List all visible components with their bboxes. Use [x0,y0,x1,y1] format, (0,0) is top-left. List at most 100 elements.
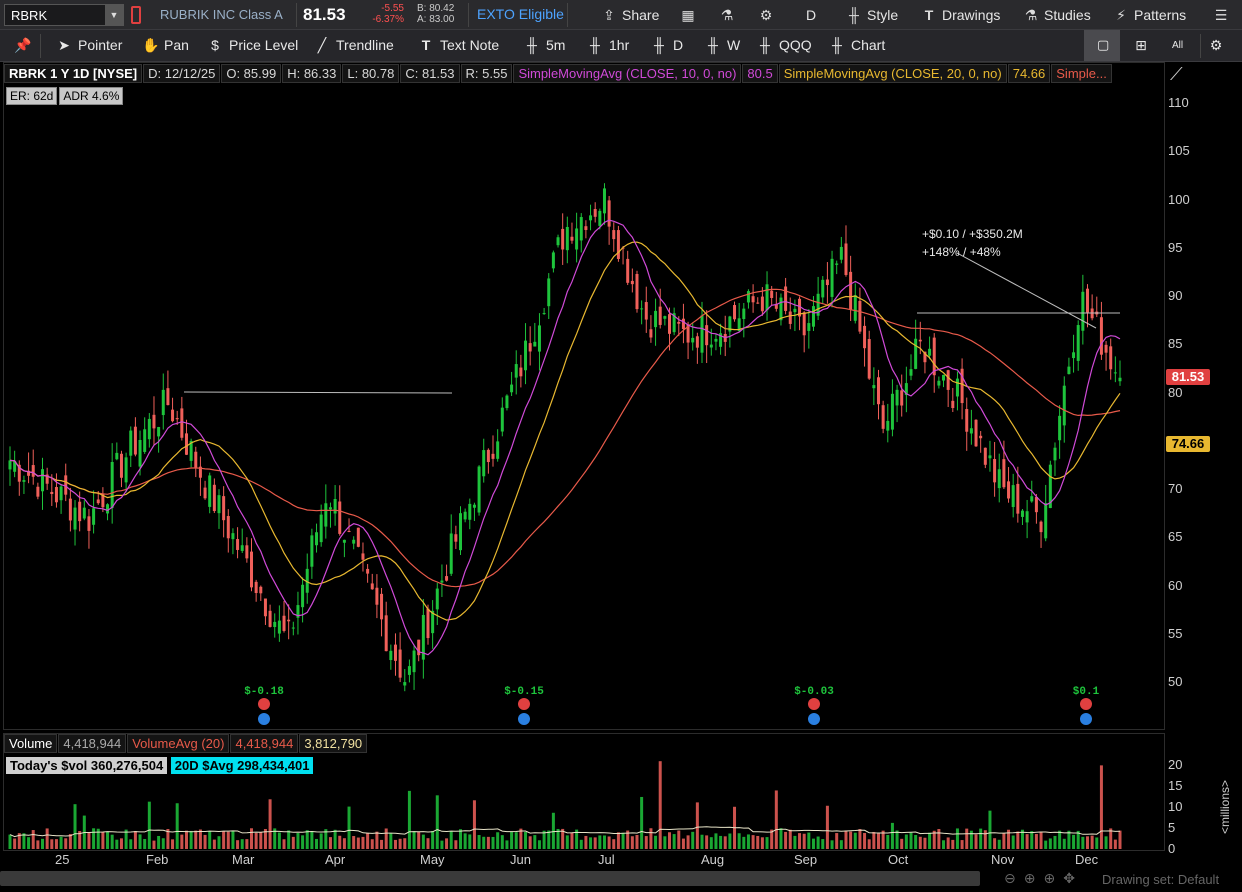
period-button[interactable]: D [806,5,816,25]
sma50-label[interactable]: Simple... [1051,64,1112,83]
candle-body [73,507,77,530]
patterns-button[interactable]: ⚡ Patterns [1112,5,1186,25]
pan-icon[interactable]: ✥ [1063,870,1083,886]
volume-bar [435,795,439,849]
volume-bar [393,839,397,849]
style-button[interactable]: ╫ Style [845,5,898,25]
volume-chart[interactable] [4,755,1164,851]
timeframe-w[interactable]: ╫ W [705,37,740,53]
settings-button[interactable]: ⚙ [757,5,779,25]
candle-body [900,390,904,406]
candle-body [946,370,950,390]
candle-body [519,367,523,377]
alert-icon[interactable] [131,6,141,24]
sma10-line[interactable] [9,219,1121,656]
candle-body [472,504,476,508]
share-button[interactable]: ⇪ Share [600,5,659,25]
candle-body [654,310,658,328]
chart-title[interactable]: RBRK 1 Y 1D [NYSE] [4,64,143,83]
layout-grid-button[interactable]: ⊞ [1133,37,1155,54]
candle-body [844,243,848,275]
candle-body [449,533,453,574]
menu-button[interactable]: ☰ [1212,5,1234,25]
candle-body [556,237,560,246]
earnings-info-icon[interactable] [808,713,820,725]
sma20-label[interactable]: SimpleMovingAvg (CLOSE, 20, 0, no) [778,64,1007,83]
candle-body [231,533,235,540]
text-note-tool[interactable]: T Text Note [418,37,499,53]
volume-label[interactable]: Volume [4,734,58,753]
candle-body [245,545,249,559]
volume-bar [835,833,839,849]
earnings-call-icon[interactable] [808,698,820,710]
volume-bar [1002,833,1006,849]
grid-icon: ⊞ [1135,37,1147,53]
earnings-call-icon[interactable] [518,698,530,710]
chart-button[interactable]: ╫ Chart [829,37,885,53]
flask-button[interactable]: ⚗ [718,5,740,25]
volume-bar [1025,834,1029,849]
sma50-line[interactable] [9,288,1121,588]
layout-all-button[interactable]: All [1172,40,1183,51]
measure-line[interactable] [956,252,1097,329]
timeframe-d[interactable]: ╫ D [651,37,683,53]
volume-bar [505,840,509,849]
price-chart[interactable]: +$0.10 / +$350.2M +148% / +48% $-0.18 $-0… [4,84,1164,729]
volume-bar [171,839,175,849]
candle-body [575,228,579,250]
candle-body [811,306,815,327]
volume-bar [92,828,96,849]
sma10-label[interactable]: SimpleMovingAvg (CLOSE, 10, 0, no) [513,64,742,83]
exto-badge[interactable]: EXTO Eligible [477,6,564,22]
drawings-button[interactable]: T Drawings [920,5,1001,25]
volume-bar [802,833,806,849]
volume-bar [194,830,198,849]
calendar-icon: ▦ [681,7,695,23]
timeframe-1hr[interactable]: ╫ 1hr [587,37,629,53]
horizontal-price-level[interactable] [183,391,453,394]
earnings-info-icon[interactable] [518,713,530,725]
chart-type-icon[interactable]: ⟋ [1170,64,1183,85]
compare-qqq[interactable]: ╫ QQQ [757,37,812,53]
pan-tool[interactable]: ✋ Pan [142,37,189,54]
candle-body [895,389,899,406]
volume-bar [212,839,216,849]
candle-body [589,215,593,221]
month-tick: May [420,852,445,867]
earnings-call-icon[interactable] [1080,698,1092,710]
drawing-set-label[interactable]: Drawing set: Default [1102,872,1219,887]
candle-body [705,325,709,346]
volume-avg-label[interactable]: VolumeAvg (20) [127,734,230,753]
studies-button[interactable]: ⚗ Studies [1022,5,1091,25]
pointer-tool[interactable]: ➤ Pointer [56,37,122,54]
earnings-call-icon[interactable] [258,698,270,710]
volume-bar [277,832,281,849]
month-tick: Apr [325,852,346,867]
candle-body [370,583,374,590]
timeframe-5m[interactable]: ╫ 5m [524,37,565,53]
volume-bar [449,830,453,849]
chart-settings-button[interactable]: ⚙ [1208,37,1230,54]
candle-body [835,263,839,265]
symbol-input[interactable]: RBRK ▼ [4,4,124,26]
time-scrollbar[interactable] [0,871,980,886]
candle-body [751,296,755,303]
chevron-down-icon[interactable]: ▼ [105,5,123,25]
layout-single-button[interactable]: ▢ [1084,30,1120,61]
trendline-tool[interactable]: ╱ Trendline [314,37,394,54]
volume-bar [27,837,31,849]
calendar-button[interactable]: ▦ [679,5,701,25]
text-icon: T [421,37,431,53]
crosshair-icon[interactable]: ⊕ [1043,870,1063,886]
candle-body [347,530,351,533]
earnings-info-icon[interactable] [1080,713,1092,725]
zoom-out-icon[interactable]: ⊖ [1004,870,1024,886]
volume-bar [1058,830,1062,849]
price-level-tool[interactable]: $ Price Level [207,37,298,53]
pin-button[interactable]: 📌 [14,37,36,54]
zoom-controls[interactable]: ⊖⊕⊕✥ [1004,870,1083,887]
volume-avg-value2: 3,812,790 [299,734,368,753]
sma-price-tag: 74.66 [1166,436,1210,452]
earnings-info-icon[interactable] [258,713,270,725]
zoom-in-icon[interactable]: ⊕ [1024,870,1044,886]
